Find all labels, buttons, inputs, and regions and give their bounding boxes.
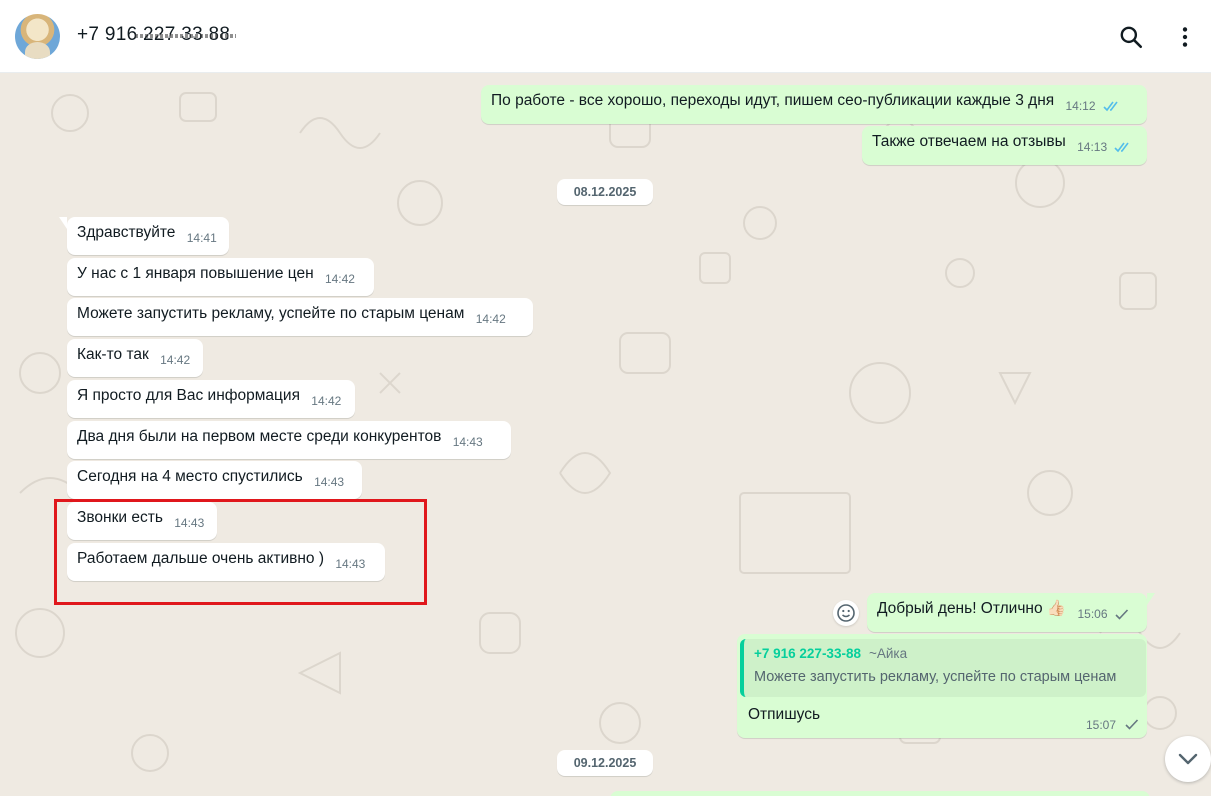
single-check-icon <box>1125 719 1139 730</box>
outgoing-message-partial[interactable] <box>610 791 1150 796</box>
incoming-message[interactable]: Можете запустить рекламу, успейте по ста… <box>67 298 533 336</box>
outgoing-message[interactable]: По работе - все хорошо, переходы идут, п… <box>481 85 1147 124</box>
incoming-message[interactable]: Как-то так 14:42 <box>67 339 203 377</box>
message-time: 14:43 <box>452 435 483 449</box>
message-text: По работе - все хорошо, переходы идут, п… <box>491 92 1055 109</box>
message-text: Добрый день! Отлично 👍🏻 <box>877 600 1067 617</box>
message-time: 14:42 <box>160 353 191 367</box>
incoming-message[interactable]: У нас с 1 января повышение цен 14:42 <box>67 258 374 296</box>
double-check-read-icon <box>1103 101 1118 112</box>
message-text: Отпишусь <box>748 706 821 723</box>
message-time: 14:12 <box>1065 99 1096 113</box>
message-time: 14:13 <box>1077 140 1108 154</box>
date-separator: 09.12.2025 <box>557 750 653 776</box>
quoted-message[interactable]: +7 916 227-33-88 ~Айка Можете запустить р… <box>740 639 1146 697</box>
quote-text: Можете запустить рекламу, успейте по ста… <box>754 669 1117 685</box>
chat-header: +7 916 227 33 88 <box>0 0 1211 73</box>
outgoing-message[interactable]: Добрый день! Отлично 👍🏻 15:06 <box>867 593 1155 632</box>
quote-author: +7 916 227-33-88 <box>754 646 861 661</box>
search-icon[interactable] <box>1118 24 1144 50</box>
quote-alias: ~Айка <box>868 646 908 661</box>
double-check-read-icon <box>1114 142 1130 153</box>
incoming-message[interactable]: Я просто для Вас информация 14:42 <box>67 380 355 418</box>
message-text: Я просто для Вас информация <box>77 387 300 404</box>
message-text: Сегодня на 4 место спустились <box>77 468 303 485</box>
smiley-icon <box>837 604 855 622</box>
contact-name[interactable]: +7 916 227 33 88 <box>77 24 237 46</box>
message-text: Два дня были на первом месте среди конку… <box>77 428 442 445</box>
message-time: 14:42 <box>324 272 355 286</box>
chat-pane[interactable]: По работе - все хорошо, переходы идут, п… <box>0 73 1211 796</box>
message-time: 15:06 <box>1077 607 1108 621</box>
message-time: 14:42 <box>475 312 506 326</box>
incoming-message[interactable]: Работаем дальше очень активно ) 14:43 <box>67 543 385 581</box>
message-text: У нас с 1 января повышение цен <box>77 265 314 282</box>
message-time: 14:43 <box>174 516 205 530</box>
message-text: Работаем дальше очень активно ) <box>77 550 325 567</box>
date-separator: 08.12.2025 <box>557 179 653 205</box>
message-text: Можете запустить рекламу, успейте по ста… <box>77 305 465 322</box>
message-text: Звонки есть <box>77 509 163 526</box>
incoming-message[interactable]: Два дня были на первом месте среди конку… <box>67 421 511 459</box>
single-check-icon <box>1115 609 1128 620</box>
message-text: Как-то так <box>77 346 149 363</box>
reaction-button[interactable] <box>833 600 859 626</box>
message-text: Также отвечаем на отзывы <box>872 133 1066 150</box>
message-time: 14:41 <box>186 231 217 245</box>
message-time: 15:07 <box>1086 718 1117 732</box>
outgoing-message[interactable]: Также отвечаем на отзывы 14:13 <box>862 126 1147 165</box>
message-time: 14:43 <box>314 475 345 489</box>
chevron-down-icon <box>1178 753 1198 765</box>
contact-avatar[interactable] <box>15 14 60 59</box>
incoming-message[interactable]: Здравствуйте 14:41 <box>59 217 229 255</box>
incoming-message[interactable]: Звонки есть 14:43 <box>67 502 217 540</box>
more-vertical-icon[interactable] <box>1172 24 1198 50</box>
scroll-to-bottom-button[interactable] <box>1165 736 1211 782</box>
message-time: 14:43 <box>335 557 366 571</box>
message-text: Здравствуйте <box>77 224 176 241</box>
incoming-message[interactable]: Сегодня на 4 место спустились 14:43 <box>67 461 362 499</box>
message-time: 14:42 <box>311 394 342 408</box>
